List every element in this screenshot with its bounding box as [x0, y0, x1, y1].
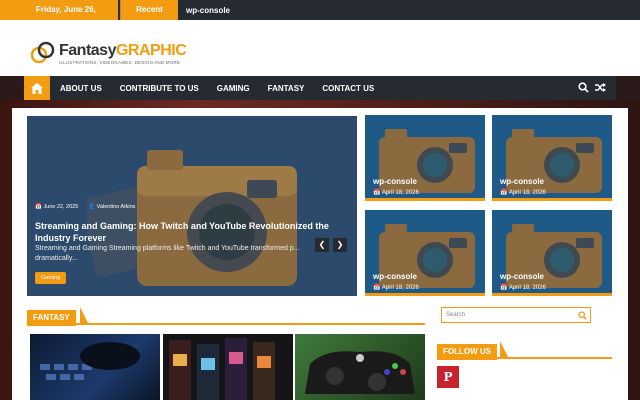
main-nav: ABOUT US CONTRIBUTE TO US GAMING FANTASY…	[24, 76, 616, 100]
tile-date: 📅 April 18, 2026	[373, 285, 419, 291]
top-bar: Friday, June 26, 2026 Recent posts wp-co…	[0, 0, 640, 34]
search-placeholder: Search	[446, 312, 466, 318]
post-thumbnail-controller[interactable]	[295, 334, 425, 400]
search-icon[interactable]	[578, 82, 589, 93]
slider-prev-button[interactable]: ❮	[315, 238, 329, 252]
tile-title[interactable]: wp-console	[500, 177, 544, 186]
nav-item-fantasy[interactable]: FANTASY	[260, 84, 313, 93]
tile-title[interactable]: wp-console	[373, 177, 417, 186]
featured-tile[interactable]: wp-console 📅 April 18, 2026	[365, 210, 485, 296]
logo-icon	[30, 40, 56, 66]
sidebar-search-input[interactable]: Search	[441, 307, 591, 323]
slider-next-button[interactable]: ❯	[333, 238, 347, 252]
site-logo[interactable]: FantasyGRAPHIC ILLUSTRATIONS, VIDEOGAMES…	[30, 40, 187, 66]
post-thumbnail-keyboard[interactable]	[30, 334, 160, 400]
shuffle-icon[interactable]	[595, 82, 606, 93]
slide-author[interactable]: 👤 Valentino Atkins	[88, 204, 135, 210]
slide-title[interactable]: Streaming and Gaming: How Twitch and You…	[35, 220, 353, 244]
tile-date: 📅 April 18, 2026	[500, 285, 546, 291]
home-icon	[31, 82, 43, 94]
post-thumbnail-slot-machines[interactable]	[163, 334, 293, 400]
nav-item-contact-us[interactable]: CONTACT US	[314, 84, 382, 93]
section-title: FANTASY	[27, 310, 76, 326]
logo-title: FantasyGRAPHIC	[59, 41, 187, 59]
slot-machine-image	[169, 338, 275, 400]
logo-tagline: ILLUSTRATIONS, VIDEOGAMES, DESIGN AND MO…	[59, 59, 181, 65]
follow-us-title: FOLLOW US	[437, 344, 497, 360]
featured-slider[interactable]: 📅 June 22, 2025 👤 Valentino Atkins Strea…	[27, 116, 357, 296]
section-heading-fantasy: FANTASY	[27, 307, 425, 326]
current-date: Friday, June 26, 2026	[0, 0, 118, 34]
keyboard-image	[40, 342, 140, 380]
recent-posts-label: Recent posts	[120, 0, 178, 34]
follow-us-heading: FOLLOW US	[437, 341, 612, 360]
nav-item-gaming[interactable]: GAMING	[209, 84, 258, 93]
tile-date: 📅 April 18, 2026	[500, 190, 546, 196]
site-header: FantasyGRAPHIC ILLUSTRATIONS, VIDEOGAMES…	[0, 20, 640, 76]
featured-tile[interactable]: wp-console 📅 April 18, 2026	[492, 115, 612, 201]
slide-category-badge[interactable]: Gaming	[35, 272, 67, 284]
slide-excerpt: Streaming and Gaming Streaming platforms…	[35, 245, 300, 262]
chevron-right-icon: ❯	[336, 240, 344, 249]
pinterest-icon[interactable]: P	[437, 366, 459, 388]
chevron-left-icon: ❮	[318, 240, 326, 249]
tile-title[interactable]: wp-console	[500, 272, 544, 281]
search-icon[interactable]	[578, 311, 587, 320]
tile-date: 📅 April 18, 2026	[373, 190, 419, 196]
home-button[interactable]	[24, 76, 50, 100]
tile-title[interactable]: wp-console	[373, 272, 417, 281]
nav-item-about-us[interactable]: ABOUT US	[52, 84, 110, 93]
news-ticker-link[interactable]: wp-console	[178, 6, 230, 15]
slide-meta: 📅 June 22, 2025 👤 Valentino Atkins	[35, 204, 135, 210]
game-controller-image	[305, 351, 415, 394]
nav-item-contribute[interactable]: CONTRIBUTE TO US	[112, 84, 207, 93]
featured-tile[interactable]: wp-console 📅 April 18, 2026	[492, 210, 612, 296]
featured-tile[interactable]: wp-console 📅 April 18, 2026	[365, 115, 485, 201]
slide-date: 📅 June 22, 2025	[35, 204, 79, 210]
